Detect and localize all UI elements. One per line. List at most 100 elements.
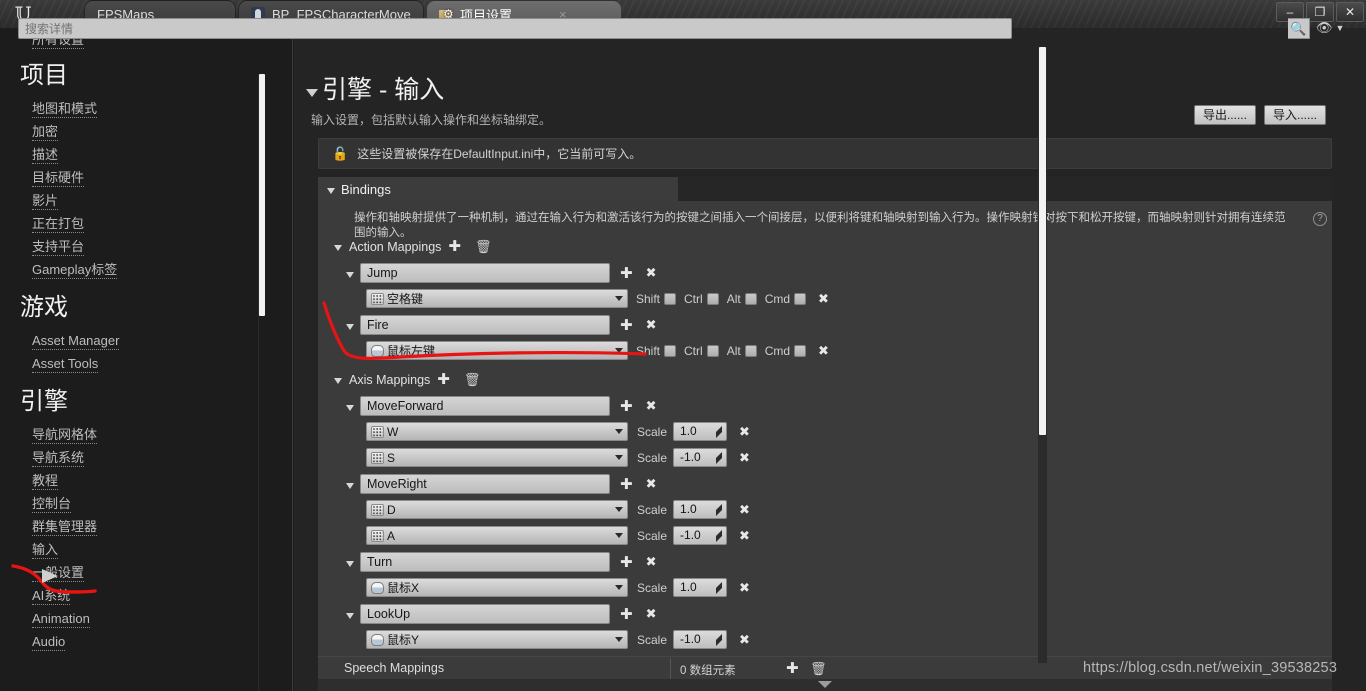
close-button[interactable]: ✕ — [1336, 2, 1364, 22]
sidebar-item-加密[interactable]: 加密 — [0, 120, 256, 143]
plus-icon[interactable]: ✚ — [620, 266, 633, 281]
sidebar-item-控制台[interactable]: 控制台 — [0, 492, 256, 515]
shift-checkbox[interactable] — [664, 292, 677, 305]
collapse-triangle-icon[interactable] — [306, 89, 318, 97]
trash-icon[interactable]: 🗑 — [475, 240, 492, 253]
collapse-triangle-icon[interactable] — [346, 271, 354, 278]
sidebar-item-群集管理器[interactable]: 群集管理器 — [0, 515, 256, 538]
plus-icon[interactable]: ✚ — [620, 555, 633, 570]
chevron-down-icon[interactable] — [615, 533, 623, 538]
spinner-down-icon[interactable] — [716, 458, 723, 464]
delete-icon[interactable]: ✖ — [646, 476, 657, 492]
sidebar-item-描述[interactable]: 描述 — [0, 143, 256, 166]
trash-icon[interactable]: 🗑 — [464, 373, 481, 386]
key-select[interactable]: A — [366, 526, 628, 545]
export-button[interactable]: 导出...... — [1193, 105, 1256, 125]
key-select[interactable]: S — [366, 448, 628, 467]
sidebar-item-一般设置[interactable]: 一般设置 — [0, 561, 256, 584]
delete-icon[interactable]: ✖ — [739, 632, 750, 648]
delete-icon[interactable]: ✖ — [646, 317, 657, 333]
spinner-down-icon[interactable] — [716, 510, 723, 516]
scale-input[interactable]: 1.0 — [673, 500, 728, 519]
sidebar-item-支持平台[interactable]: 支持平台 — [0, 235, 256, 258]
spinner-down-icon[interactable] — [716, 588, 723, 594]
sidebar-item-输入[interactable]: 输入 — [0, 538, 256, 561]
question-mark-icon[interactable]: ? — [1313, 212, 1327, 226]
sidebar-item-导航网格体[interactable]: 导航网格体 — [0, 423, 256, 446]
sidebar-item-gameplay标签[interactable]: Gameplay标签 — [0, 258, 256, 281]
magnifier-icon[interactable]: 🔍 — [1288, 18, 1310, 39]
plus-icon[interactable]: ✚ — [786, 659, 799, 677]
key-select[interactable]: D — [366, 500, 628, 519]
mapping-name-input[interactable]: MoveForward — [360, 396, 610, 416]
collapse-triangle-icon[interactable] — [346, 482, 354, 489]
plus-icon[interactable]: ✚ — [620, 477, 633, 492]
eye-icon[interactable]: 👁 — [1316, 20, 1333, 36]
collapse-triangle-icon[interactable] — [334, 245, 342, 251]
collapse-triangle-icon[interactable] — [346, 323, 354, 330]
ctrl-checkbox[interactable] — [706, 344, 719, 357]
shift-checkbox[interactable] — [664, 344, 677, 357]
collapse-triangle-icon[interactable] — [346, 404, 354, 411]
collapse-triangle-icon[interactable] — [346, 612, 354, 619]
import-button[interactable]: 导入...... — [1263, 105, 1326, 125]
scale-input[interactable]: 1.0 — [673, 422, 728, 441]
key-select[interactable]: 鼠标左键 — [366, 341, 628, 360]
sidebar-item-目标硬件[interactable]: 目标硬件 — [0, 166, 256, 189]
delete-icon[interactable]: ✖ — [739, 502, 750, 518]
main-scrollbar-thumb[interactable] — [1039, 47, 1046, 435]
trash-icon[interactable]: 🗑 — [810, 661, 827, 677]
key-select[interactable]: 空格键 — [366, 289, 628, 308]
sidebar-item-asset-manager[interactable]: Asset Manager — [0, 329, 256, 352]
sidebar-scrollbar-thumb[interactable] — [259, 74, 265, 316]
delete-icon[interactable]: ✖ — [646, 398, 657, 414]
scale-input[interactable]: 1.0 — [673, 578, 728, 597]
collapse-triangle-icon[interactable] — [346, 560, 354, 567]
scale-input[interactable]: -1.0 — [673, 448, 728, 467]
mapping-name-input[interactable]: Fire — [360, 315, 610, 335]
mapping-name-input[interactable]: Turn — [360, 552, 610, 572]
chevron-down-icon[interactable] — [615, 585, 623, 590]
sidebar-item-导航系统[interactable]: 导航系统 — [0, 446, 256, 469]
plus-icon[interactable]: ✚ — [620, 607, 633, 622]
mapping-name-input[interactable]: LookUp — [360, 604, 610, 624]
bindings-section-header[interactable]: Bindings — [318, 177, 678, 201]
scale-input[interactable]: -1.0 — [673, 526, 728, 545]
key-select[interactable]: 鼠标Y — [366, 630, 628, 649]
sidebar-item-正在打包[interactable]: 正在打包 — [0, 212, 256, 235]
key-select[interactable]: 鼠标X — [366, 578, 628, 597]
resize-triangle-icon[interactable] — [818, 681, 832, 688]
mapping-name-input[interactable]: Jump — [360, 263, 610, 283]
alt-checkbox[interactable] — [744, 292, 757, 305]
spinner-down-icon[interactable] — [716, 432, 723, 438]
sidebar-item-ai系统[interactable]: AI系统 — [0, 584, 256, 607]
collapse-triangle-icon[interactable] — [327, 187, 335, 194]
maximize-button[interactable]: ❐ — [1306, 2, 1334, 22]
search-input[interactable]: 搜索详情 — [18, 18, 1012, 39]
chevron-down-icon[interactable] — [615, 429, 623, 434]
sidebar-item-asset-tools[interactable]: Asset Tools — [0, 352, 256, 375]
delete-icon[interactable]: ✖ — [818, 291, 829, 307]
delete-icon[interactable]: ✖ — [646, 606, 657, 622]
alt-checkbox[interactable] — [744, 344, 757, 357]
sidebar-item-animation[interactable]: Animation — [0, 607, 256, 630]
ctrl-checkbox[interactable] — [706, 292, 719, 305]
chevron-down-icon[interactable] — [615, 507, 623, 512]
delete-icon[interactable]: ✖ — [818, 343, 829, 359]
plus-icon[interactable]: ✚ — [620, 399, 633, 414]
sidebar-item-教程[interactable]: 教程 — [0, 469, 256, 492]
key-select[interactable]: W — [366, 422, 628, 441]
visibility-options[interactable]: 👁 ▼ — [1316, 20, 1344, 36]
collapse-triangle-icon[interactable] — [334, 378, 342, 384]
chevron-down-icon[interactable] — [615, 455, 623, 460]
spinner-down-icon[interactable] — [716, 536, 723, 542]
delete-icon[interactable]: ✖ — [739, 450, 750, 466]
plus-icon[interactable]: ✚ — [448, 239, 461, 254]
sidebar-item-audio[interactable]: Audio — [0, 630, 256, 653]
delete-icon[interactable]: ✖ — [739, 528, 750, 544]
chevron-down-icon[interactable] — [615, 296, 623, 301]
cmd-checkbox[interactable] — [794, 344, 807, 357]
spinner-down-icon[interactable] — [716, 640, 723, 646]
plus-icon[interactable]: ✚ — [437, 372, 450, 387]
sidebar-item-地图和模式[interactable]: 地图和模式 — [0, 97, 256, 120]
